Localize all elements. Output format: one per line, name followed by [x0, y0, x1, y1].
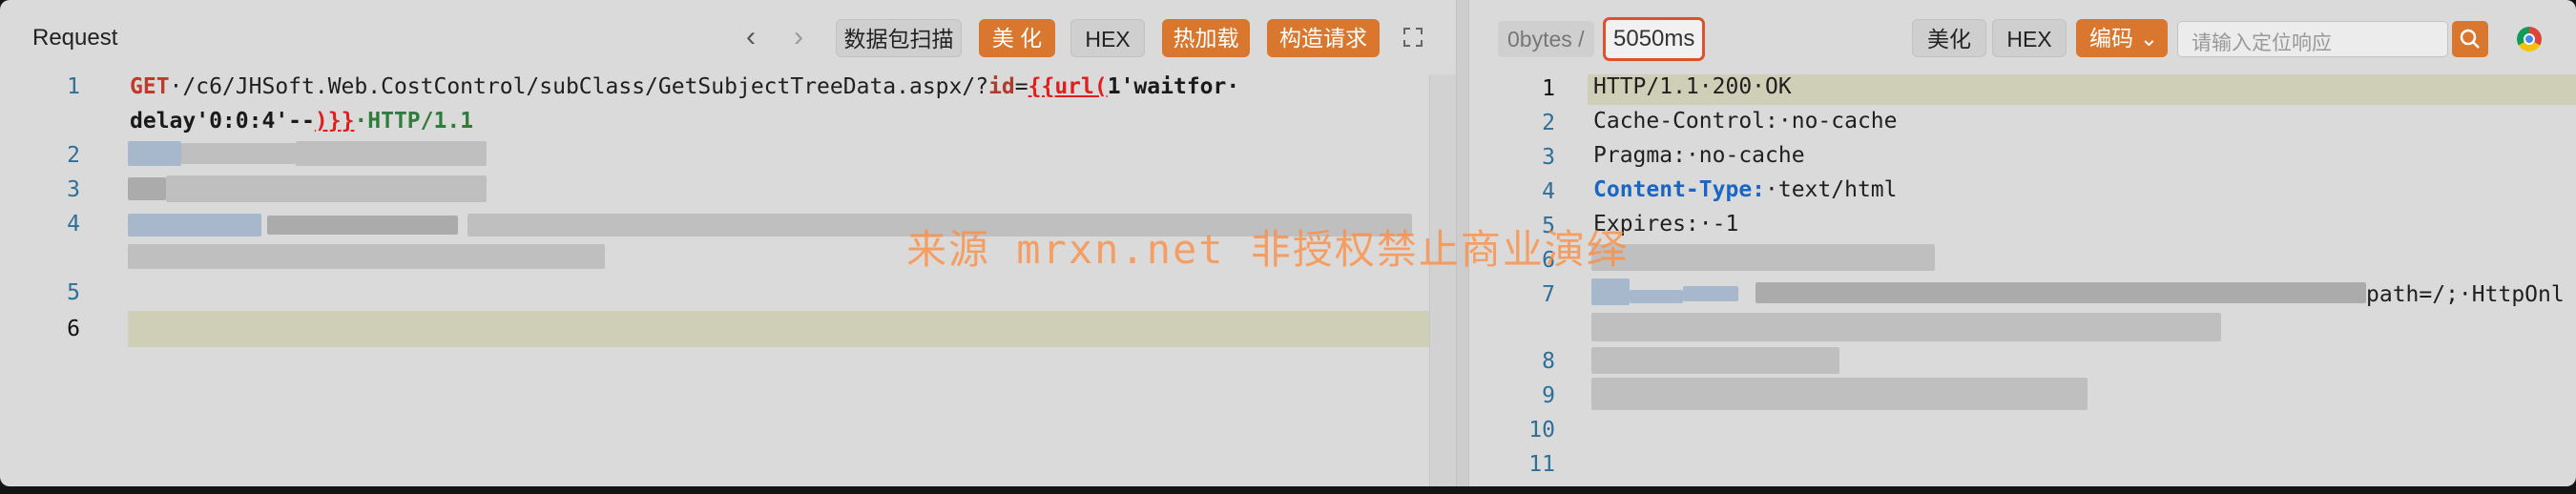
locate-response-input[interactable]: 请输入定位响应 [2177, 21, 2448, 57]
search-icon [2460, 29, 2480, 49]
response-beautify-button[interactable]: 美化 [1912, 19, 1986, 57]
query-param: id [988, 74, 1015, 99]
response-size: 0bytes [1507, 27, 1572, 51]
line-number: 11 [1528, 452, 1555, 477]
request-title: Request [32, 25, 118, 51]
request-line-1-wrap: delay'0:0:4'--)}}·HTTP/1.1 [130, 109, 473, 134]
line-number: 4 [67, 212, 80, 237]
http-version: ·HTTP/1.1 [354, 109, 474, 134]
header-value: ·-1 [1698, 212, 1739, 237]
watermark: 来源 mrxn.net 非授权禁止商业演绎 [906, 226, 1629, 273]
request-scrollbar[interactable] [1429, 74, 1457, 486]
response-panel: 0bytes / 5050ms 美化 HEX 编码 ⌄ 请输入定位响应 1 2 3… [1469, 0, 2576, 486]
encode-dropdown[interactable]: 编码 ⌄ [2076, 19, 2168, 57]
redacted-block [267, 216, 458, 235]
header-key: Cache-Control: [1593, 109, 1778, 134]
redacted-block [296, 141, 487, 166]
chevron-left-icon[interactable]: ‹ [746, 21, 756, 53]
redacted-block [128, 141, 181, 166]
encode-label: 编码 [2089, 26, 2133, 51]
redacted-block [181, 143, 296, 164]
redacted-block [128, 214, 261, 237]
search-button[interactable] [2452, 21, 2488, 57]
line-number: 2 [67, 143, 80, 168]
line-number: 1 [1542, 76, 1555, 101]
header-key: Pragma: [1593, 143, 1686, 168]
redacted-block [128, 244, 605, 269]
redacted-block [1683, 286, 1738, 301]
fullscreen-icon[interactable] [1402, 27, 1423, 48]
header-value: ·no-cache [1777, 109, 1898, 134]
response-editor[interactable]: 1 2 3 4 5 6 7 8 9 10 11 HTTP/1.1·200·OK … [1469, 74, 2576, 486]
request-toolbar: Request ‹ › 数据包扫描 美 化 HEX 热加载 构造请求 [0, 0, 1456, 74]
response-time-badge: 5050ms [1603, 17, 1706, 61]
redacted-block [1630, 290, 1683, 303]
chevron-down-icon: ⌄ [2139, 26, 2158, 51]
equals-sign: = [1014, 74, 1028, 99]
redacted-block [166, 175, 487, 202]
redacted-block [1755, 282, 2366, 303]
redacted-block [128, 177, 166, 200]
request-editor[interactable]: 1 2 3 4 5 6 GET·/c6/JHSoft.Web.CostContr… [0, 74, 1456, 486]
header-value: ·no-cache [1685, 143, 1805, 168]
request-path: ·/c6/JHSoft.Web.CostControl/subClass/Get… [169, 74, 989, 99]
response-toolbar: 0bytes / 5050ms 美化 HEX 编码 ⌄ 请输入定位响应 [1469, 0, 2576, 74]
size-time-separator: / [1578, 27, 1585, 51]
line-number: 6 [67, 317, 80, 341]
response-status-line: HTTP/1.1·200·OK [1593, 74, 1792, 99]
redacted-block [1591, 313, 2221, 341]
header-key: Content-Type: [1593, 177, 1766, 202]
app-window: Request ‹ › 数据包扫描 美 化 HEX 热加载 构造请求 1 2 3… [0, 0, 2576, 486]
chrome-icon[interactable] [2517, 27, 2542, 51]
line-number: 3 [67, 177, 80, 202]
request-hex-button[interactable]: HEX [1070, 19, 1145, 57]
response-size-badge: 0bytes / [1498, 21, 1594, 57]
line-number: 1 [67, 74, 80, 99]
redacted-block [1591, 244, 1935, 271]
response-hex-button[interactable]: HEX [1992, 19, 2067, 57]
response-cookie-tail: path=/;·HttpOnl [2366, 282, 2565, 307]
line-number: 5 [67, 280, 80, 305]
line-number: 8 [1542, 349, 1555, 374]
request-beautify-button[interactable]: 美 化 [979, 19, 1055, 57]
request-line-1: GET·/c6/JHSoft.Web.CostControl/subClass/… [130, 74, 1239, 99]
response-header-pragma: Pragma:·no-cache [1593, 143, 1805, 168]
chevron-right-icon[interactable]: › [794, 21, 803, 53]
header-value: ·text/html [1765, 177, 1898, 202]
line-number: 3 [1542, 145, 1555, 170]
construct-request-button[interactable]: 构造请求 [1267, 19, 1380, 57]
line-number: 4 [1542, 179, 1555, 204]
redacted-block [1591, 347, 1839, 374]
http-method: GET [130, 74, 170, 99]
hot-load-button[interactable]: 热加载 [1162, 19, 1250, 57]
payload-part-1: 1'waitfor· [1107, 74, 1240, 99]
template-open: {{url( [1028, 74, 1108, 99]
redacted-block [1591, 278, 1630, 305]
active-line-highlight [128, 311, 1456, 347]
template-close: )}} [314, 109, 355, 134]
line-number: 7 [1542, 282, 1555, 307]
payload-part-2: delay'0:0:4'-- [130, 109, 315, 134]
response-header-content-type: Content-Type:·text/html [1593, 177, 1898, 202]
packet-scan-button[interactable]: 数据包扫描 [836, 19, 962, 57]
response-header-cache-control: Cache-Control:·no-cache [1593, 109, 1898, 134]
line-number: 2 [1542, 111, 1555, 135]
redacted-block [1591, 378, 2088, 410]
line-number: 9 [1542, 383, 1555, 408]
line-number: 10 [1528, 418, 1555, 443]
